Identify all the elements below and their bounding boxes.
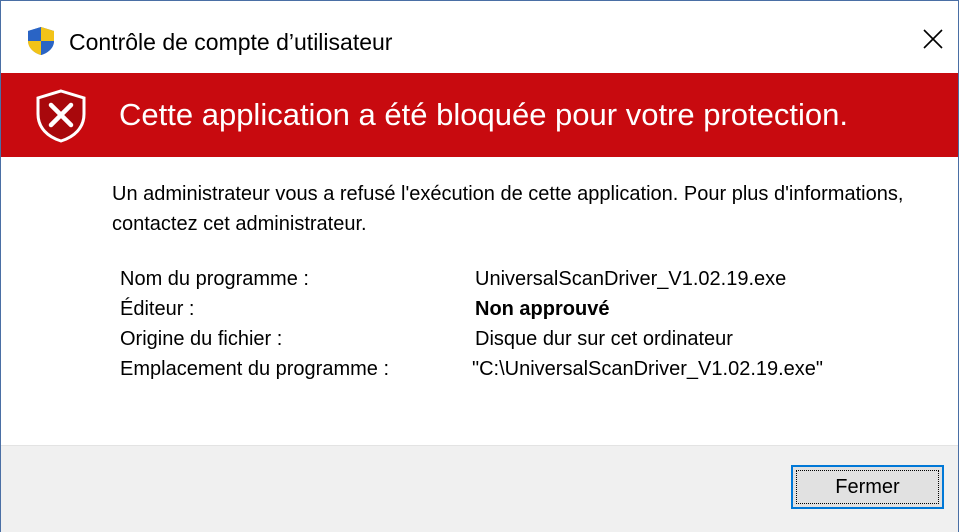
detail-value: Disque dur sur cet ordinateur — [475, 328, 733, 350]
banner-title: Cette application a été bloquée pour vot… — [119, 97, 848, 132]
admin-message: Un administrateur vous a refusé l'exécut… — [112, 183, 904, 235]
detail-label: Emplacement du programme : — [120, 358, 390, 380]
window-title: Contrôle de compte d’utilisateur — [69, 29, 393, 55]
uac-dialog: Contrôle de compte d’utilisateur Cette a… — [0, 0, 959, 532]
detail-value: UniversalScanDriver_V1.02.19.exe — [475, 268, 787, 290]
title-bar: Contrôle de compte d’utilisateur — [1, 1, 958, 73]
uac-shield-icon — [27, 26, 55, 56]
close-button[interactable]: Fermer — [791, 465, 944, 509]
detail-label: Éditeur : — [120, 298, 195, 320]
blocked-banner: Cette application a été bloquée pour vot… — [1, 73, 958, 157]
blocked-shield-icon — [35, 89, 87, 143]
detail-value: Non approuvé — [475, 298, 610, 320]
close-icon[interactable] — [910, 17, 956, 61]
detail-label: Nom du programme : — [120, 268, 309, 290]
detail-label: Origine du fichier : — [120, 328, 283, 350]
close-button-label: Fermer — [835, 475, 900, 498]
dialog-content: Un administrateur vous a refusé l'exécut… — [1, 157, 958, 445]
dialog-footer: Fermer — [1, 445, 958, 532]
detail-value: "C:\UniversalScanDriver_V1.02.19.exe" — [472, 358, 824, 380]
